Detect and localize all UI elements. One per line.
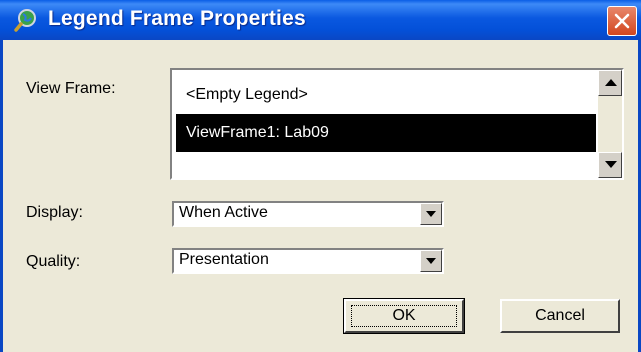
dialog-window: Legend Frame Properties View Frame: <Emp… <box>0 0 641 352</box>
close-button[interactable] <box>607 6 637 36</box>
cancel-button[interactable]: Cancel <box>500 299 620 333</box>
dialog-title: Legend Frame Properties <box>48 7 306 30</box>
listbox-scrollbar[interactable] <box>598 70 622 178</box>
display-dropdown-button[interactable] <box>420 203 442 225</box>
title-bar[interactable]: Legend Frame Properties <box>0 0 641 40</box>
quality-dropdown[interactable]: Presentation <box>172 248 444 274</box>
scroll-up-button[interactable] <box>598 70 622 96</box>
view-frame-listbox[interactable]: <Empty Legend> ViewFrame1: Lab09 <box>170 68 624 180</box>
view-frame-label: View Frame: <box>26 80 116 97</box>
arrow-up-icon <box>605 79 617 86</box>
quality-value: Presentation <box>179 251 269 268</box>
display-dropdown[interactable]: When Active <box>172 201 444 227</box>
chevron-down-icon <box>426 258 436 264</box>
ok-button[interactable]: OK <box>343 298 465 334</box>
display-value: When Active <box>179 204 268 221</box>
ok-button-label: OK <box>392 307 416 324</box>
list-item[interactable]: <Empty Legend> <box>176 76 596 114</box>
window-border-left <box>0 40 3 352</box>
globe-magnifier-icon <box>14 8 38 32</box>
display-label: Display: <box>26 204 83 221</box>
quality-label: Quality: <box>26 253 81 270</box>
list-item-selected[interactable]: ViewFrame1: Lab09 <box>176 114 596 152</box>
arrow-down-icon <box>605 161 617 168</box>
quality-dropdown-button[interactable] <box>420 250 442 272</box>
close-icon <box>614 13 630 29</box>
scroll-down-button[interactable] <box>598 152 622 178</box>
cancel-button-label: Cancel <box>535 307 585 324</box>
chevron-down-icon <box>426 211 436 217</box>
